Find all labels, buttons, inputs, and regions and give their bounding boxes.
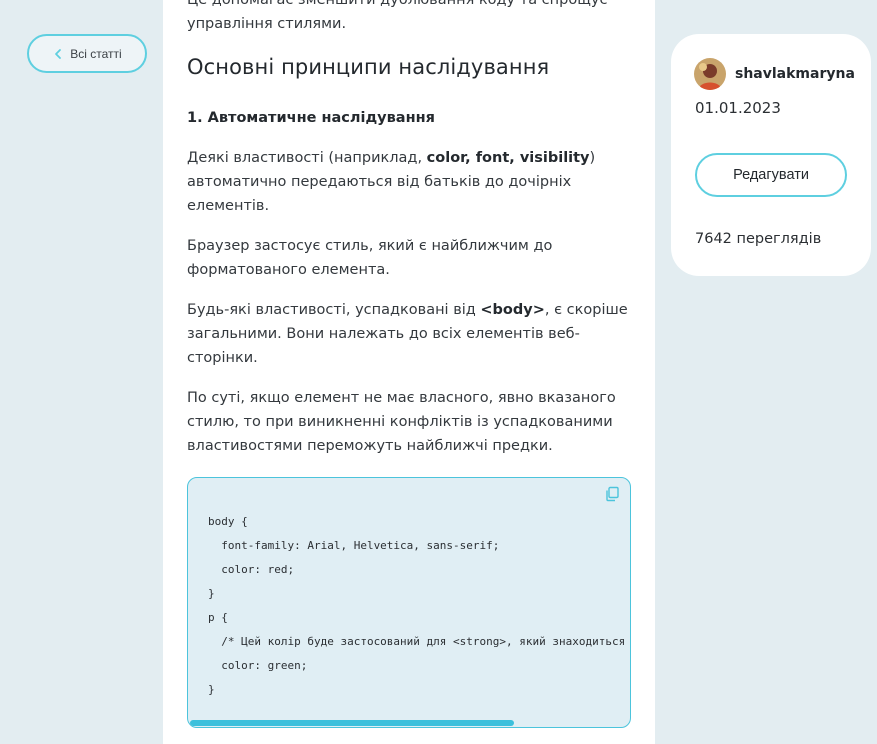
author-card: shavlakmaryna 01.01.2023 Редагувати 7642… bbox=[671, 34, 871, 276]
code-line: } bbox=[208, 587, 215, 600]
code-line: p { bbox=[208, 611, 228, 624]
code-line: } bbox=[208, 683, 215, 696]
article-intro-text: Це допомагає зменшити дублювання коду та… bbox=[187, 0, 608, 32]
avatar bbox=[694, 58, 726, 90]
back-button-label: Всі статті bbox=[70, 46, 122, 61]
code-horizontal-scrollbar[interactable] bbox=[190, 720, 514, 726]
article-content: Це допомагає зменшити дублювання коду та… bbox=[163, 0, 655, 744]
article-paragraph: Будь-які властивості, успадковані від <b… bbox=[187, 302, 628, 366]
publish-date: 01.01.2023 bbox=[695, 99, 781, 117]
copy-icon[interactable] bbox=[604, 486, 620, 502]
article-section-heading: Основні принципи наслідування bbox=[187, 55, 550, 79]
article-paragraph: Браузер застосує стиль, який є найближчи… bbox=[187, 238, 553, 278]
edit-button[interactable]: Редагувати bbox=[695, 153, 847, 197]
code-text: body { font-family: Arial, Helvetica, sa… bbox=[208, 510, 625, 702]
code-line: color: red; bbox=[221, 563, 295, 576]
code-line: font-family: Arial, Helvetica, sans-seri… bbox=[221, 539, 500, 552]
code-block: body { font-family: Arial, Helvetica, sa… bbox=[187, 477, 631, 728]
code-line: color: green; bbox=[221, 659, 308, 672]
author-name[interactable]: shavlakmaryna bbox=[735, 66, 855, 82]
code-line: body { bbox=[208, 515, 248, 528]
article-subheading: 1. Автоматичне наслідування bbox=[187, 110, 435, 126]
article-paragraph: По суті, якщо елемент не має власного, я… bbox=[187, 390, 616, 454]
article-paragraph: Деякі властивості (наприклад, color, fon… bbox=[187, 150, 596, 214]
author-info: shavlakmaryna bbox=[694, 58, 855, 90]
view-count: 7642 переглядів bbox=[695, 231, 822, 247]
chevron-left-icon bbox=[55, 48, 62, 59]
back-to-articles-button[interactable]: Всі статті bbox=[27, 34, 147, 73]
code-line: /* Цей колір буде застосований для <stro… bbox=[221, 635, 626, 648]
